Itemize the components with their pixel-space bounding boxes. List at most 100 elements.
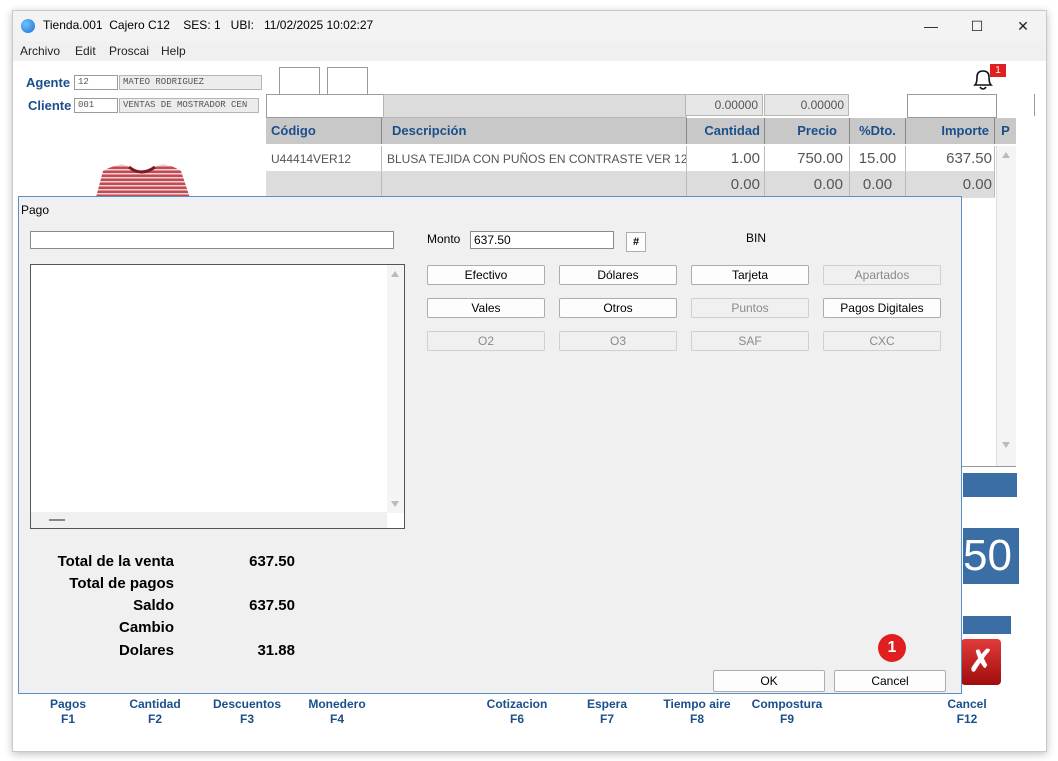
fkey-monedero-key: F4 [329,712,344,726]
dialog-title: Pago [21,203,50,217]
list-scroll-down-icon[interactable] [391,501,399,507]
fkey-compostura-key: F9 [779,712,794,726]
o2-button[interactable]: O2 [427,331,545,351]
hash-button[interactable]: # [626,232,646,252]
cliente-code-field[interactable]: 001 [74,98,118,113]
menu-edit[interactable]: Edit [75,44,96,58]
col-codigo: Código [266,118,382,144]
saldo-value: 637.50 [249,597,295,614]
cliente-name-field: VENTAS DE MOSTRADOR CEN [119,98,259,113]
fkey-monedero[interactable]: Monedero F4 [297,697,377,727]
row2-descripcion[interactable] [382,172,687,198]
scroll-up-icon[interactable] [1002,152,1010,158]
cliente-label: Cliente [28,98,72,113]
notification-count-badge: 1 [990,64,1006,77]
row1-codigo[interactable]: U44414VER12 [266,146,382,172]
app-globe-icon [21,19,35,33]
efectivo-button[interactable]: Efectivo [427,265,545,285]
dolares-value: 31.88 [257,642,295,659]
row2-cantidad[interactable]: 0.00 [687,172,765,198]
fkey-cotizacion-label: Cotizacion [486,697,548,711]
big-total-display: 50 [963,528,1019,584]
row2-codigo[interactable] [266,172,382,198]
menu-help[interactable]: Help [161,44,186,58]
col-cantidad: Cantidad [687,118,765,144]
payment-dialog: Pago Monto 637.50 # BIN Efectivo Dólares… [18,196,962,694]
col-precio: Precio [765,118,850,144]
minimize-button[interactable]: — [908,11,954,41]
agente-code-field[interactable]: 12 [74,75,118,90]
cambio-label: Cambio [118,619,174,636]
dolares-button[interactable]: Dólares [559,265,677,285]
scroll-down-icon[interactable] [1002,442,1010,448]
cancel-button[interactable]: Cancel [834,670,946,692]
blue-panel-top [963,473,1017,497]
fkey-descuentos-key: F3 [239,712,254,726]
col-descuento: %Dto. [850,118,906,144]
extra-input[interactable] [907,94,997,118]
menu-proscai[interactable]: Proscai [109,44,149,58]
vales-button[interactable]: Vales [427,298,545,318]
fkey-descuentos[interactable]: Descuentos F3 [207,697,287,727]
table-scrollbar[interactable] [996,146,1016,466]
saldo-label: Saldo [133,597,174,614]
blue-panel-bottom [963,616,1011,634]
blank-box-2[interactable] [327,67,368,95]
row1-importe[interactable]: 637.50 [906,146,995,172]
payments-list-hscrollbar[interactable] [31,512,387,528]
ok-button[interactable]: OK [713,670,825,692]
col-p: P [995,118,1016,144]
agente-name-field: MATEO RODRIGUEZ [119,75,262,90]
fkey-cantidad[interactable]: Cantidad F2 [120,697,190,727]
close-window-button[interactable]: ✕ [1000,11,1046,41]
row1-precio[interactable]: 750.00 [765,146,850,172]
tarjeta-button[interactable]: Tarjeta [691,265,809,285]
row1-cantidad[interactable]: 1.00 [687,146,765,172]
maximize-button[interactable]: ☐ [954,11,1000,41]
title-bar: Tienda.001 Cajero C12 SES: 1 UBI: 11/02/… [13,11,1046,41]
total-quantity-field: 0.00000 [685,94,763,116]
total-venta-value: 637.50 [249,553,295,570]
cxc-button[interactable]: CXC [823,331,941,351]
cancel-sale-icon[interactable]: ✗ [961,639,1001,685]
pagos-digitales-button[interactable]: Pagos Digitales [823,298,941,318]
fkey-espera[interactable]: Espera F7 [572,697,642,727]
fkey-pagos[interactable]: Pagos F1 [38,697,98,727]
payments-list-scrollbar[interactable] [387,265,404,513]
row2-precio[interactable]: 0.00 [765,172,850,198]
col-importe: Importe [906,118,995,144]
fkey-compostura[interactable]: Compostura F9 [747,697,827,727]
fkey-pagos-key: F1 [60,712,75,726]
fkey-tiempo-aire-label: Tiempo aire [663,697,731,711]
puntos-button[interactable]: Puntos [691,298,809,318]
otros-button[interactable]: Otros [559,298,677,318]
step-badge: 1 [878,634,906,662]
menu-archivo[interactable]: Archivo [20,44,60,58]
apartados-button[interactable]: Apartados [823,265,941,285]
fkey-descuentos-label: Descuentos [212,697,282,711]
hscroll-thumb[interactable] [49,519,65,521]
payment-search-input[interactable] [30,231,394,249]
saf-button[interactable]: SAF [691,331,809,351]
edge-field [1034,94,1046,116]
payments-list[interactable] [30,264,405,529]
fkey-tiempo-aire[interactable]: Tiempo aire F8 [657,697,737,727]
scan-input[interactable] [266,94,384,118]
row2-descuento[interactable]: 0.00 [850,172,906,198]
total-price-field: 0.00000 [764,94,849,116]
fkey-cancel[interactable]: Cancel F12 [937,697,997,727]
row2-importe[interactable]: 0.00 [906,172,995,198]
row1-descripcion[interactable]: BLUSA TEJIDA CON PUÑOS EN CONTRASTE VER … [382,146,687,172]
list-scroll-up-icon[interactable] [391,271,399,277]
row1-descuento[interactable]: 15.00 [850,146,906,172]
fkey-cantidad-label: Cantidad [129,697,181,711]
fkey-cancel-key: F12 [956,712,978,726]
fkey-pagos-label: Pagos [49,697,86,711]
blank-box-1[interactable] [279,67,320,95]
monto-input[interactable]: 637.50 [470,231,614,249]
fkey-espera-key: F7 [599,712,614,726]
agente-label: Agente [26,75,71,90]
o3-button[interactable]: O3 [559,331,677,351]
fkey-cotizacion[interactable]: Cotizacion F6 [477,697,557,727]
monto-label: Monto [427,232,461,246]
